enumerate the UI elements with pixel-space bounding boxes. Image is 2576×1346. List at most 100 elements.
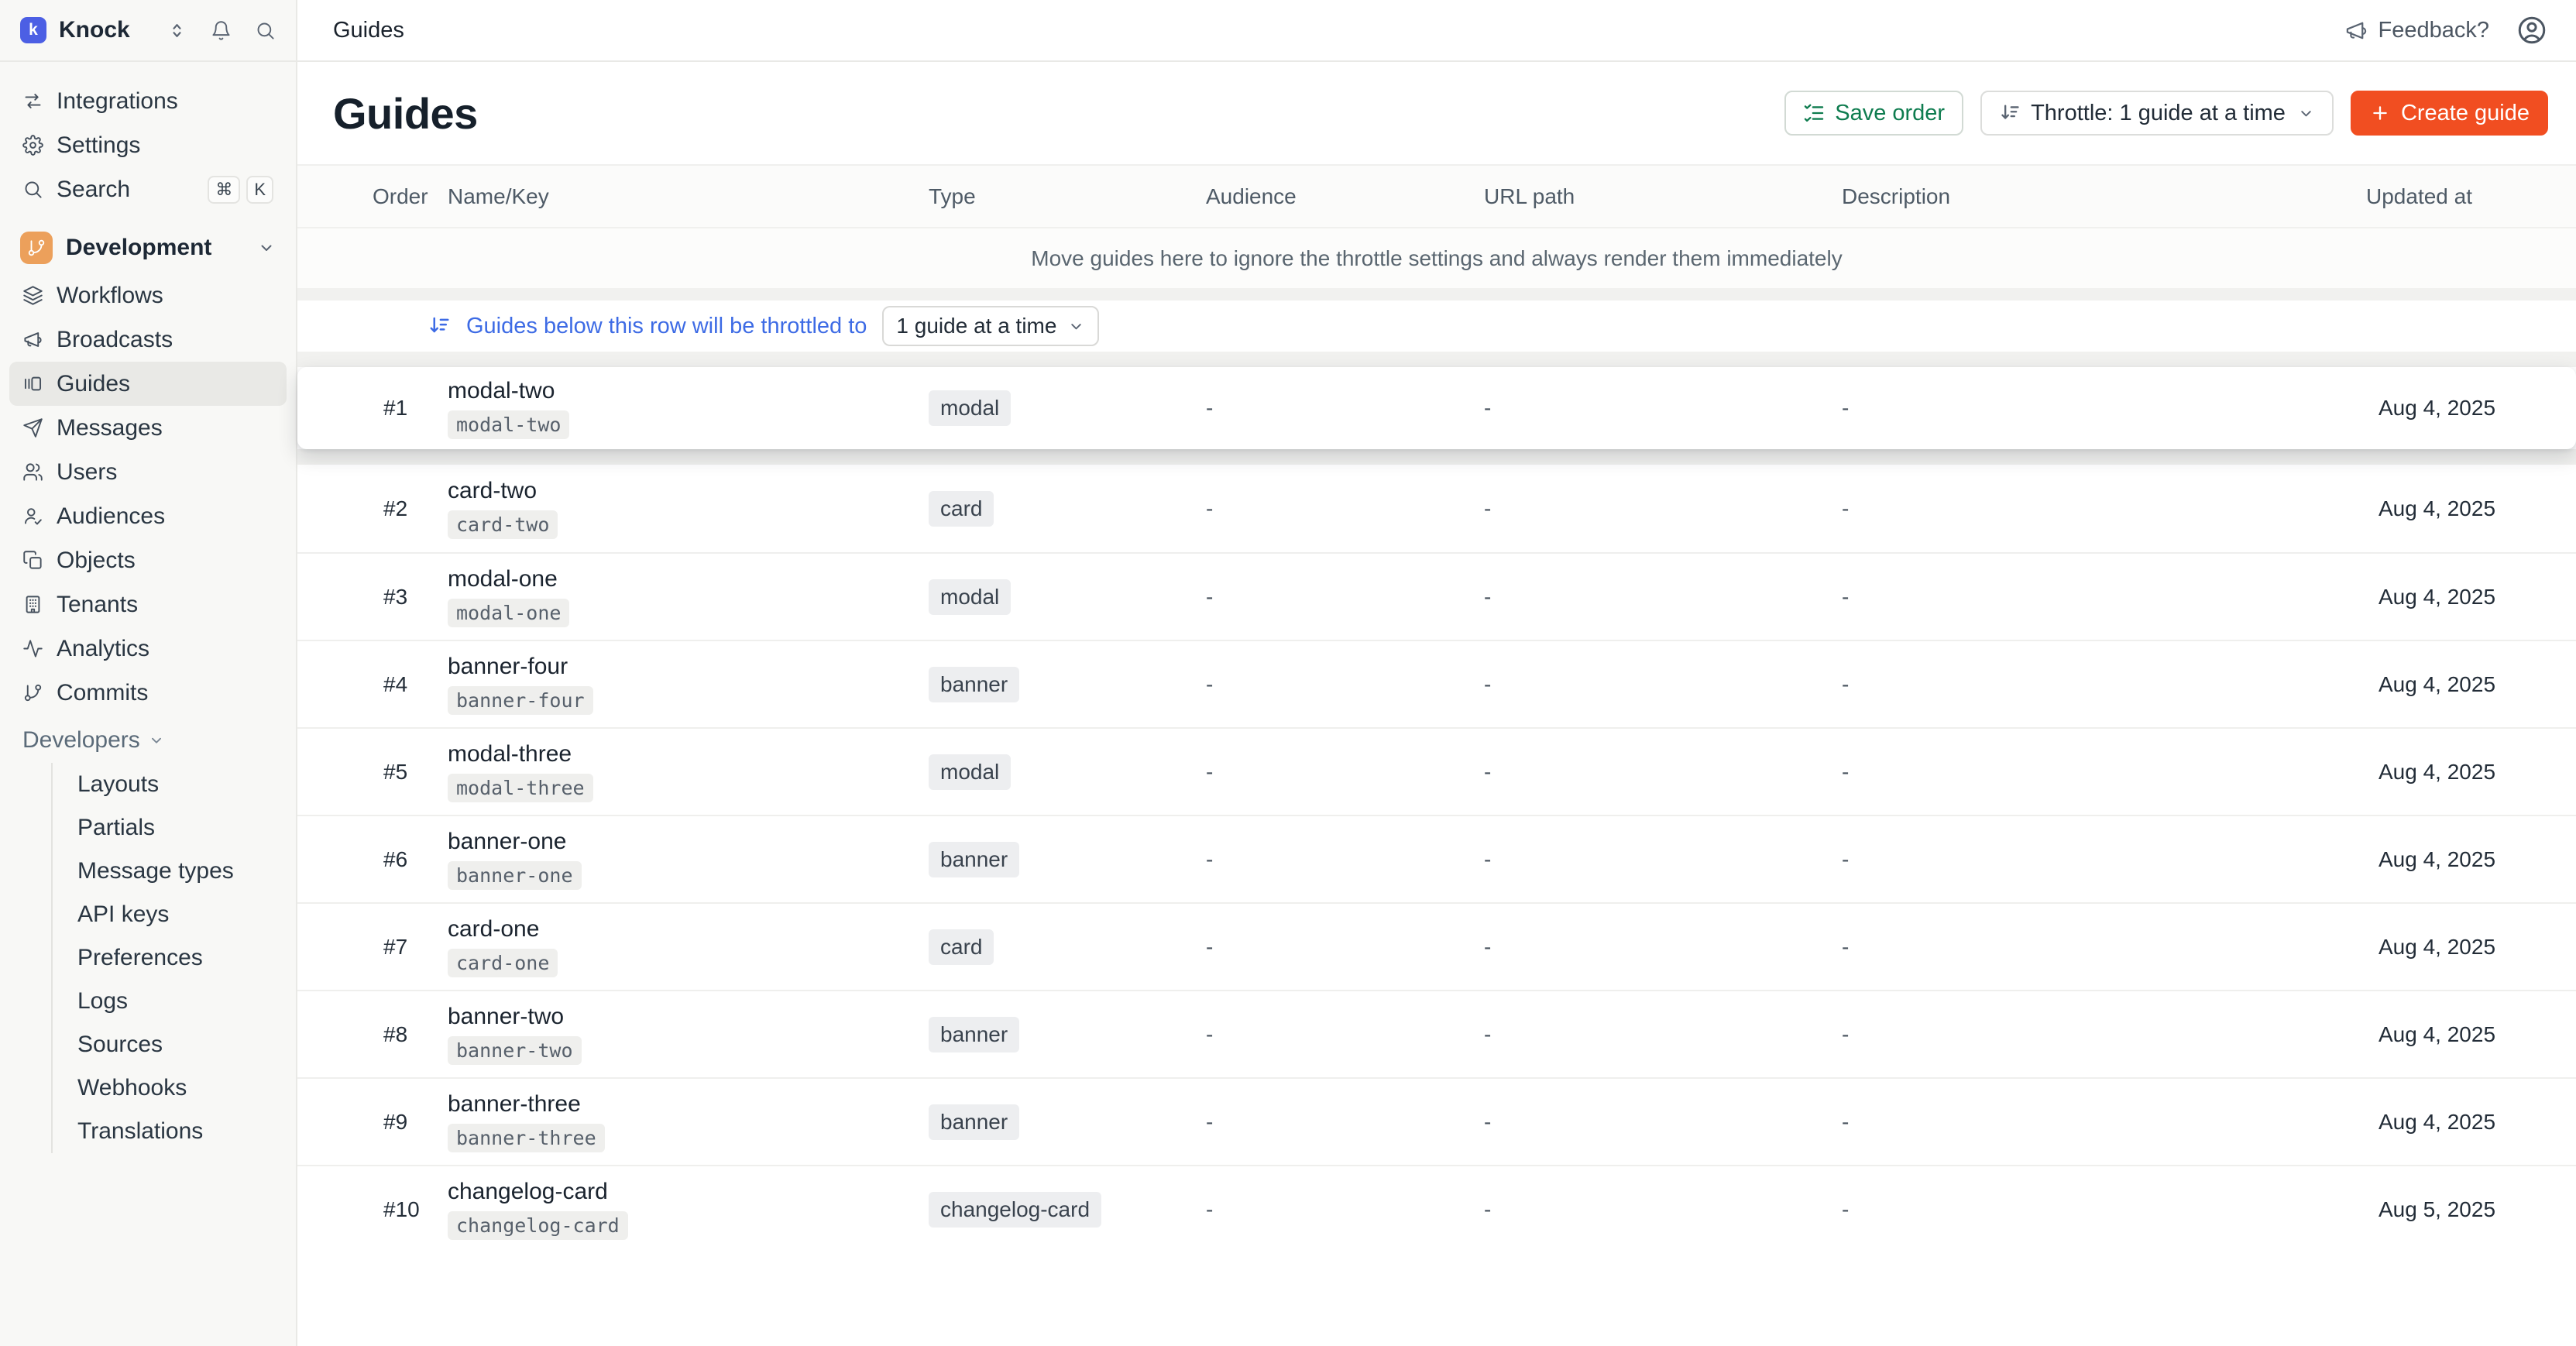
drag-handle[interactable]	[338, 673, 359, 696]
description-cell: -	[1842, 396, 2366, 421]
order-cell: #7	[373, 935, 448, 960]
topbar: Guides Feedback?	[297, 0, 2576, 62]
column-header-name-key: Name/Key	[448, 184, 871, 209]
sidebar-subitem-sources[interactable]: Sources	[53, 1023, 287, 1066]
table-row[interactable]: #3 modal-one modal-one modal - - - Aug 4…	[297, 552, 2576, 640]
table-row[interactable]: #5 modal-three modal-three modal - - - A…	[297, 727, 2576, 815]
table-row[interactable]: #10 changelog-card changelog-card change…	[297, 1165, 2576, 1252]
breadcrumb[interactable]: Guides	[333, 18, 404, 43]
audience-cell: -	[1206, 935, 1484, 960]
drag-handle[interactable]	[338, 497, 359, 520]
guide-name: banner-four	[448, 654, 568, 680]
sidebar-subitem-preferences[interactable]: Preferences	[53, 936, 287, 980]
type-cell: modal	[919, 754, 1206, 790]
table-row[interactable]: #2 card-two card-two card - - - Aug 4, 2…	[297, 465, 2576, 552]
type-chip: banner	[929, 842, 1019, 877]
guide-name: banner-one	[448, 829, 566, 855]
type-cell: card	[919, 491, 1206, 527]
updated-at-cell: Aug 4, 2025	[2366, 760, 2548, 785]
active-check-icon	[871, 669, 902, 699]
updated-at-cell: Aug 5, 2025	[2366, 1197, 2548, 1222]
name-key-cell: card-one card-one	[448, 916, 871, 977]
feedback-button[interactable]: Feedback?	[2344, 18, 2490, 43]
developers-section-toggle[interactable]: Developers	[9, 718, 287, 763]
sidebar-item-commits[interactable]: Commits	[9, 671, 287, 715]
description-cell: -	[1842, 760, 2366, 785]
create-guide-button[interactable]: Create guide	[2351, 91, 2548, 136]
swap-arrows-icon	[22, 91, 43, 112]
drag-handle[interactable]	[338, 761, 359, 784]
sidebar-subitem-api-keys[interactable]: API keys	[53, 893, 287, 936]
sidebar-item-integrations[interactable]: Integrations	[9, 79, 287, 123]
sidebar-item-objects[interactable]: Objects	[9, 538, 287, 582]
drag-handle[interactable]	[338, 1198, 359, 1221]
sidebar-item-label: Workflows	[57, 283, 163, 309]
sidebar-item-messages[interactable]: Messages	[9, 406, 287, 450]
throttle-divider-link[interactable]: Guides below this row will be throttled …	[466, 314, 867, 339]
type-chip: card	[929, 491, 994, 527]
workspace-selector-icon[interactable]	[167, 20, 187, 41]
table-row[interactable]: #1 modal-two modal-two modal - - - Aug 4…	[297, 367, 2576, 449]
empty-space	[297, 1252, 2576, 1346]
guide-key: modal-two	[448, 410, 569, 439]
throttle-count-dropdown[interactable]: 1 guide at a time	[882, 306, 1099, 346]
guide-key: card-two	[448, 510, 558, 539]
sidebar-subitem-message-types[interactable]: Message types	[53, 850, 287, 893]
sidebar-subitem-translations[interactable]: Translations	[53, 1110, 287, 1153]
sidebar-item-label: Settings	[57, 132, 140, 159]
sort-descending-icon	[1999, 102, 2021, 124]
description-cell: -	[1842, 672, 2366, 697]
drag-handle[interactable]	[338, 585, 359, 609]
table-row[interactable]: #4 banner-four banner-four banner - - - …	[297, 640, 2576, 727]
url-path-cell: -	[1484, 1197, 1842, 1222]
order-cell: #3	[373, 585, 448, 609]
sidebar-item-tenants[interactable]: Tenants	[9, 582, 287, 627]
divider	[297, 352, 2576, 367]
table-row[interactable]: #6 banner-one banner-one banner - - - Au…	[297, 815, 2576, 902]
name-key-cell: modal-two modal-two	[448, 378, 871, 439]
throttle-setting-button[interactable]: Throttle: 1 guide at a time	[1980, 91, 2334, 136]
order-cell: #1	[373, 396, 448, 421]
sidebar-subitem-logs[interactable]: Logs	[53, 980, 287, 1023]
sidebar-item-search[interactable]: Search ⌘K	[9, 167, 287, 211]
guide-name: modal-three	[448, 741, 572, 767]
environment-switcher[interactable]: Development	[9, 222, 287, 273]
dropzone-text: Move guides here to ignore the throttle …	[1031, 246, 1842, 271]
page-header: Guides Save order Throttle: 1 guide at a…	[297, 62, 2576, 164]
sidebar-subitem-layouts[interactable]: Layouts	[53, 763, 287, 806]
sidebar-item-guides[interactable]: Guides	[9, 362, 287, 406]
sidebar-item-users[interactable]: Users	[9, 450, 287, 494]
updated-at-cell: Aug 4, 2025	[2366, 847, 2548, 872]
guide-key: banner-two	[448, 1036, 582, 1065]
sidebar-item-workflows[interactable]: Workflows	[9, 273, 287, 318]
user-avatar[interactable]	[2516, 14, 2548, 46]
drag-handle[interactable]	[338, 397, 359, 420]
drag-handle[interactable]	[338, 1111, 359, 1134]
save-order-button[interactable]: Save order	[1784, 91, 1963, 136]
table-row[interactable]: #7 card-one card-one card - - - Aug 4, 2…	[297, 902, 2576, 990]
drag-handle[interactable]	[338, 936, 359, 959]
workspace-switcher[interactable]: k Knock	[0, 0, 296, 62]
notifications-bell-icon[interactable]	[211, 20, 232, 41]
order-cell: #4	[373, 672, 448, 697]
type-chip: card	[929, 929, 994, 965]
sidebar-item-broadcasts[interactable]: Broadcasts	[9, 318, 287, 362]
name-key-cell: modal-one modal-one	[448, 566, 871, 627]
sidebar-item-analytics[interactable]: Analytics	[9, 627, 287, 671]
sidebar-subitem-partials[interactable]: Partials	[53, 806, 287, 850]
name-key-cell: card-two card-two	[448, 478, 871, 539]
table-row[interactable]: #8 banner-two banner-two banner - - - Au…	[297, 990, 2576, 1077]
ignore-throttle-dropzone[interactable]: Move guides here to ignore the throttle …	[297, 228, 2576, 288]
drag-handle[interactable]	[338, 1023, 359, 1046]
name-key-cell: banner-one banner-one	[448, 829, 871, 890]
sidebar-item-audiences[interactable]: Audiences	[9, 494, 287, 538]
url-path-cell: -	[1484, 935, 1842, 960]
table-row[interactable]: #9 banner-three banner-three banner - - …	[297, 1077, 2576, 1165]
active-check-icon	[871, 1019, 902, 1049]
guide-name: banner-two	[448, 1004, 564, 1030]
search-icon[interactable]	[255, 20, 276, 41]
sidebar-subitem-webhooks[interactable]: Webhooks	[53, 1066, 287, 1110]
drag-handle[interactable]	[338, 848, 359, 871]
type-cell: card	[919, 929, 1206, 965]
sidebar-item-settings[interactable]: Settings	[9, 123, 287, 167]
